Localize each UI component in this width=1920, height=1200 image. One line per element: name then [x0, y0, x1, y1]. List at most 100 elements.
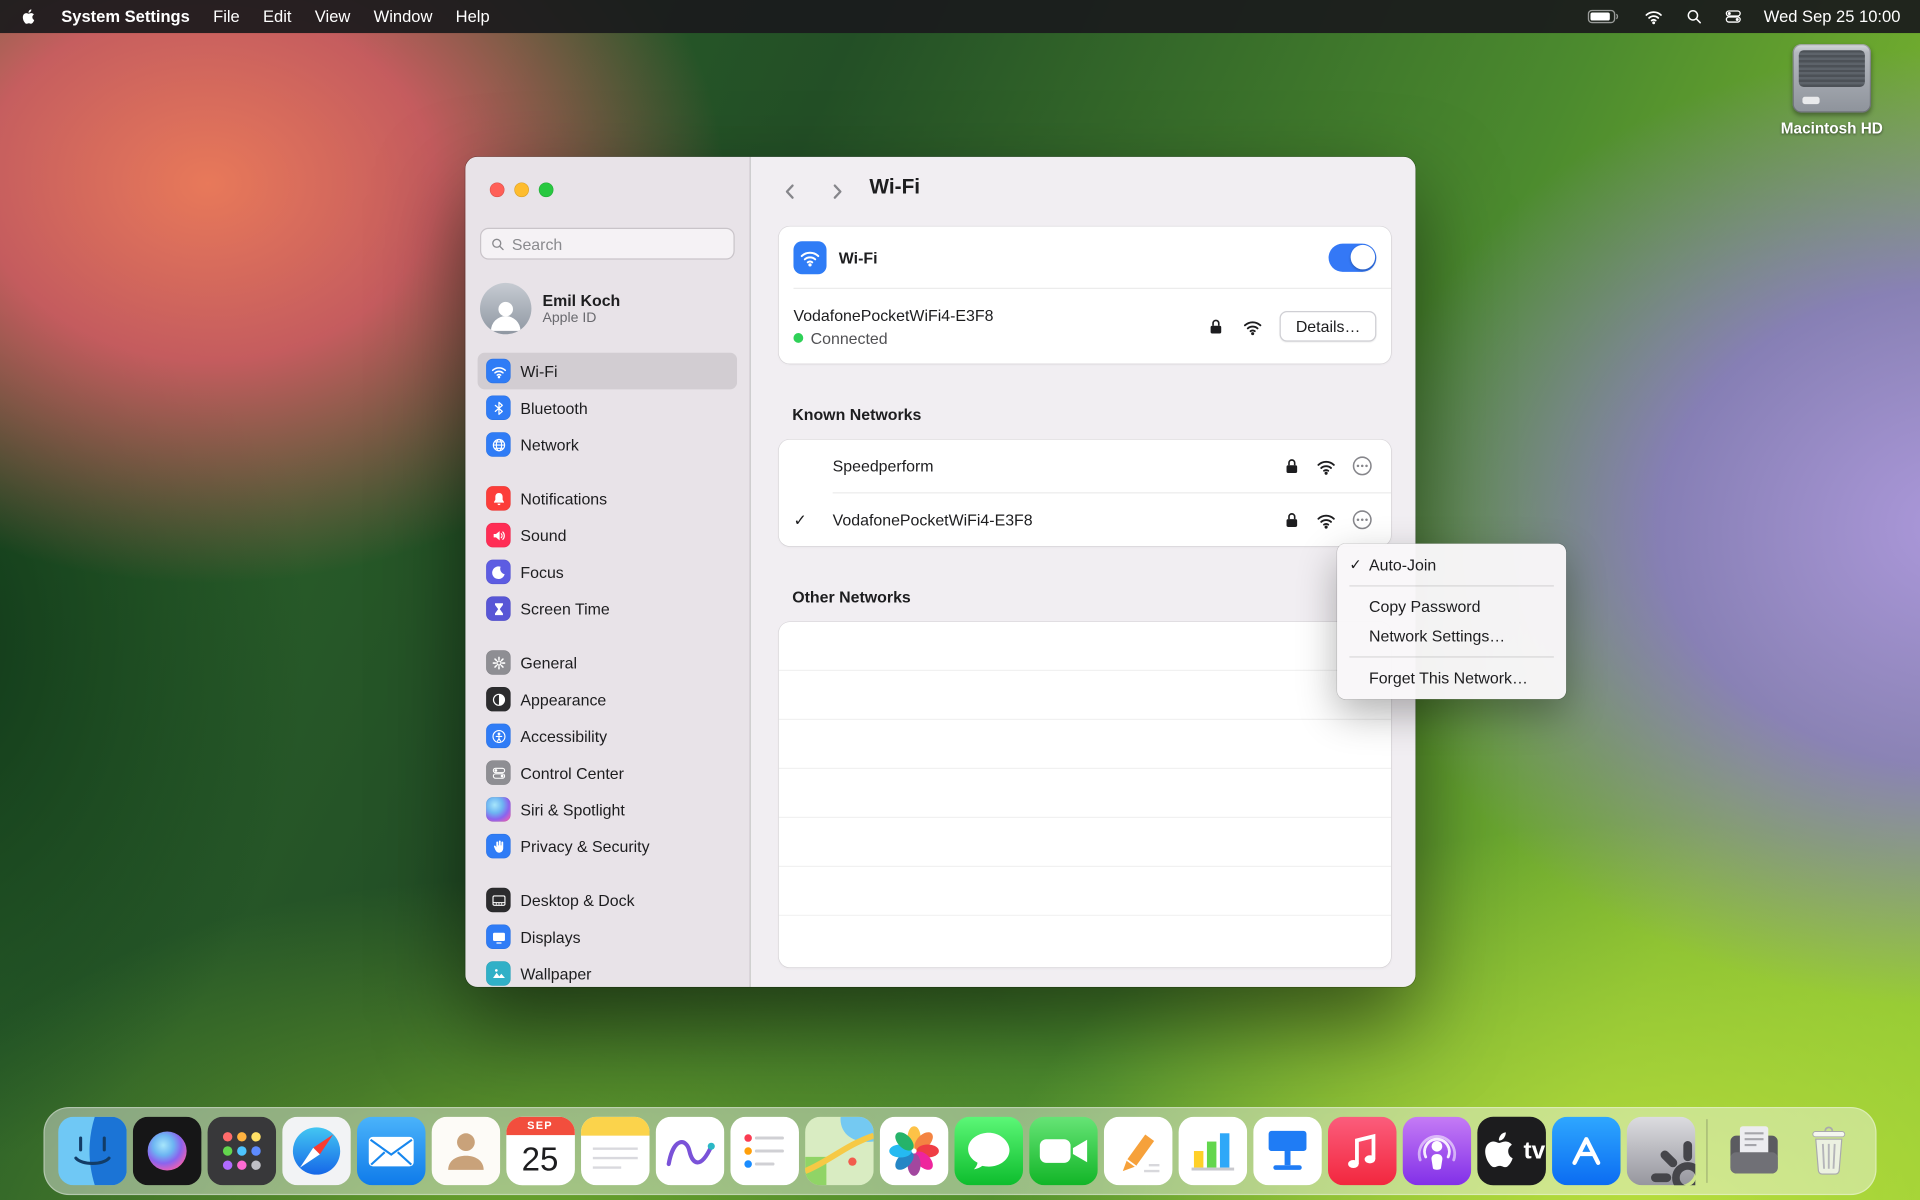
menu-item-forget-network[interactable]: Forget This Network…: [1337, 662, 1566, 691]
dock-mail-icon[interactable]: [356, 1117, 425, 1186]
dock-tv-icon[interactable]: tv: [1477, 1117, 1546, 1186]
dock-trash-icon[interactable]: [1794, 1117, 1863, 1186]
menu-item-network-settings[interactable]: Network Settings…: [1337, 621, 1566, 650]
hard-drive-icon: [1793, 44, 1871, 113]
wifi-signal-icon: [1316, 510, 1336, 530]
dock-stack-icon[interactable]: [1719, 1117, 1788, 1186]
forward-button[interactable]: [819, 174, 853, 208]
sidebar-item-bluetooth[interactable]: Bluetooth: [478, 389, 738, 426]
empty-network-row: [779, 867, 1391, 916]
sidebar-item-network[interactable]: Network: [478, 426, 738, 463]
sidebar-item-displays[interactable]: Displays: [478, 918, 738, 955]
control-center-icon[interactable]: [1725, 7, 1743, 25]
dock: SEP 25 tv: [43, 1107, 1876, 1195]
dock-contacts-icon[interactable]: [431, 1117, 500, 1186]
menubar-view[interactable]: View: [315, 7, 351, 25]
dock-freeform-icon[interactable]: [655, 1117, 724, 1186]
sidebar-item-appearance[interactable]: Appearance: [478, 681, 738, 718]
sidebar-item-privacy-security[interactable]: Privacy & Security: [478, 828, 738, 865]
dock-safari-icon[interactable]: [282, 1117, 351, 1186]
empty-network-row: [779, 622, 1391, 671]
sidebar-item-siri-spotlight[interactable]: Siri & Spotlight: [478, 791, 738, 828]
wifi-signal-icon: [1316, 456, 1336, 476]
close-button[interactable]: [490, 182, 505, 197]
wallpaper-icon: [486, 961, 510, 985]
zoom-button[interactable]: [539, 182, 554, 197]
sidebar-item-sound[interactable]: Sound: [478, 517, 738, 554]
details-button[interactable]: Details…: [1280, 311, 1376, 342]
menu-item-copy-password[interactable]: Copy Password: [1337, 591, 1566, 620]
sidebar-item-focus[interactable]: Focus: [478, 553, 738, 590]
more-options-button[interactable]: [1351, 508, 1374, 531]
sidebar: Emil Koch Apple ID Wi-Fi Bluetooth Netwo…: [465, 157, 750, 987]
sidebar-item-control-center[interactable]: Control Center: [478, 754, 738, 791]
dock-numbers-icon[interactable]: [1178, 1117, 1247, 1186]
sidebar-item-accessibility[interactable]: Accessibility: [478, 718, 738, 755]
gear-icon: [486, 650, 510, 674]
wifi-status-icon[interactable]: [1644, 7, 1665, 25]
dock-appstore-icon[interactable]: [1551, 1117, 1620, 1186]
search-field[interactable]: [480, 228, 735, 260]
lock-icon: [1282, 456, 1302, 476]
lock-icon: [1282, 510, 1302, 530]
calendar-month: SEP: [506, 1117, 575, 1135]
menubar-help[interactable]: Help: [456, 7, 490, 25]
profile-name: Emil Koch: [542, 291, 620, 309]
sidebar-item-general[interactable]: General: [478, 644, 738, 681]
dock-podcasts-icon[interactable]: [1402, 1117, 1471, 1186]
dock-notes-icon[interactable]: [580, 1117, 649, 1186]
empty-network-row: [779, 769, 1391, 818]
toggles-icon: [486, 760, 510, 784]
known-networks-card: Speedperform ✓ VodafonePocketWiFi4-E3F8: [779, 440, 1391, 547]
dock-keynote-icon[interactable]: [1253, 1117, 1322, 1186]
search-icon: [490, 236, 506, 252]
sidebar-item-notifications[interactable]: Notifications: [478, 480, 738, 517]
wifi-row-label: Wi-Fi: [839, 248, 878, 266]
menu-bar: System Settings File Edit View Window He…: [0, 0, 1920, 33]
dock-siri-icon[interactable]: [132, 1117, 201, 1186]
menubar-file[interactable]: File: [213, 7, 240, 25]
menubar-edit[interactable]: Edit: [263, 7, 291, 25]
dock-reminders-icon[interactable]: [730, 1117, 799, 1186]
menubar-app-name[interactable]: System Settings: [61, 7, 190, 25]
battery-icon[interactable]: [1587, 9, 1623, 25]
other-networks-card: [779, 622, 1391, 967]
minimize-button[interactable]: [514, 182, 529, 197]
dock-divider: [1706, 1119, 1707, 1183]
spotlight-search-icon[interactable]: [1685, 7, 1703, 25]
known-network-row-vodafone[interactable]: ✓ VodafonePocketWiFi4-E3F8: [779, 493, 1391, 546]
known-network-row-speedperform[interactable]: Speedperform: [779, 440, 1391, 493]
sidebar-item-desktop-dock[interactable]: Desktop & Dock: [478, 882, 738, 919]
wifi-signal-icon: [1243, 317, 1263, 337]
empty-network-row: [779, 916, 1391, 965]
sidebar-item-screen-time[interactable]: Screen Time: [478, 590, 738, 627]
search-input[interactable]: [512, 234, 725, 252]
dock-pages-icon[interactable]: [1103, 1117, 1172, 1186]
dock-messages-icon[interactable]: [954, 1117, 1023, 1186]
sidebar-nav: Wi-Fi Bluetooth Network Notifications: [478, 353, 738, 987]
apple-id-profile[interactable]: Emil Koch Apple ID: [480, 279, 735, 338]
menu-item-auto-join[interactable]: ✓ Auto-Join: [1337, 550, 1566, 579]
menubar-window[interactable]: Window: [374, 7, 433, 25]
calendar-day: 25: [506, 1135, 575, 1184]
sidebar-item-wifi[interactable]: Wi-Fi: [478, 353, 738, 390]
dock-photos-icon[interactable]: [879, 1117, 948, 1186]
dock-calendar-icon[interactable]: SEP 25: [506, 1117, 575, 1186]
menubar-clock[interactable]: Wed Sep 25 10:00: [1764, 7, 1901, 25]
dock-finder-icon[interactable]: [58, 1117, 127, 1186]
apple-menu-icon[interactable]: [20, 6, 38, 27]
dock-settings-icon[interactable]: [1626, 1117, 1695, 1186]
back-button[interactable]: [773, 174, 807, 208]
bluetooth-icon: [486, 396, 510, 420]
globe-icon: [486, 432, 510, 456]
wifi-toggle[interactable]: [1329, 243, 1377, 271]
more-options-button[interactable]: [1351, 454, 1374, 477]
dock-maps-icon[interactable]: [804, 1117, 873, 1186]
sidebar-item-wallpaper[interactable]: Wallpaper: [478, 955, 738, 987]
dock-launchpad-icon[interactable]: [207, 1117, 276, 1186]
dock-facetime-icon[interactable]: [1029, 1117, 1098, 1186]
other-networks-heading: Other Networks: [792, 588, 911, 606]
toggle-knob: [1350, 245, 1374, 269]
dock-music-icon[interactable]: [1327, 1117, 1396, 1186]
desktop-macintosh-hd[interactable]: Macintosh HD: [1776, 44, 1889, 137]
